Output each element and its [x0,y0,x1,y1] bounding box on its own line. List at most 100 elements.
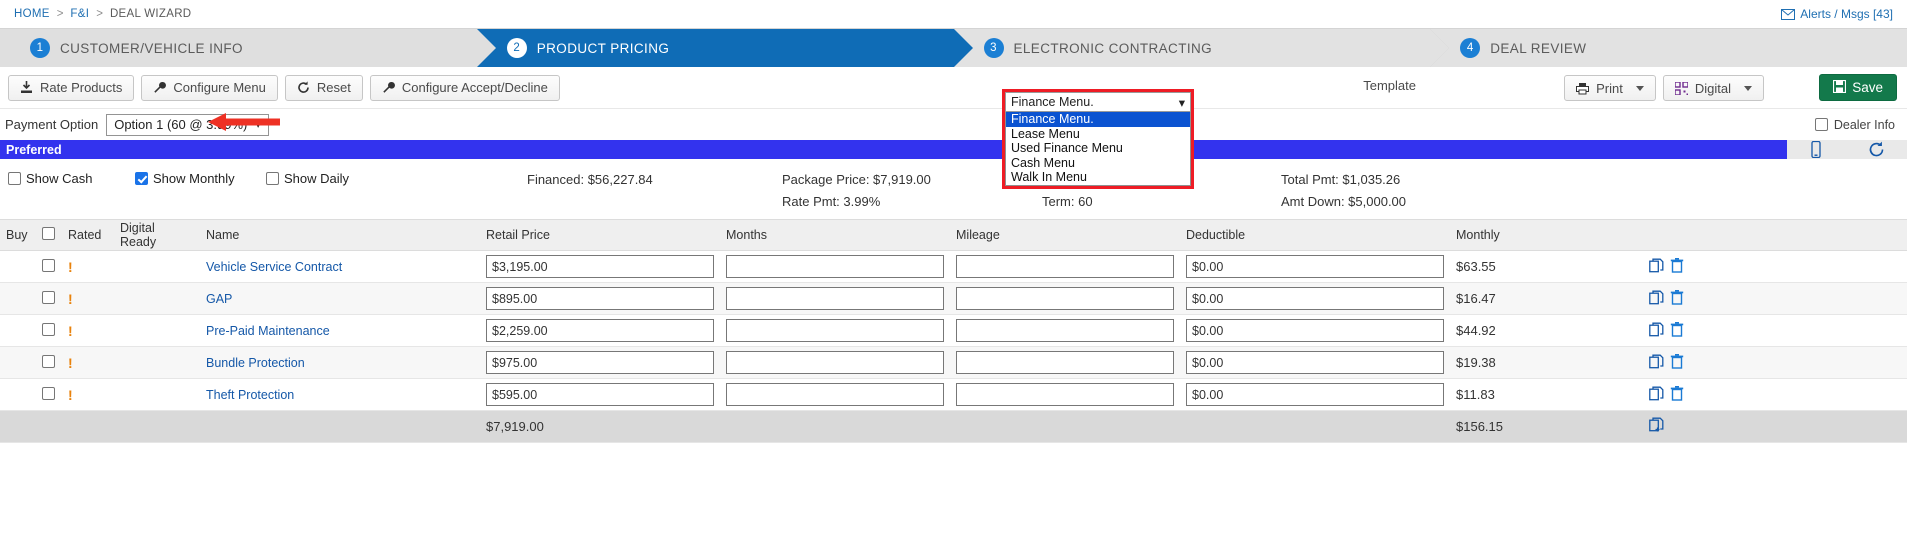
trash-icon[interactable] [1667,289,1687,305]
show-cash-toggle[interactable]: Show Cash [8,171,92,186]
refresh-icon [297,81,310,94]
wizard-step-customer-vehicle-info[interactable]: 1 CUSTOMER/VEHICLE INFO [0,29,496,67]
template-option-2[interactable]: Used Finance Menu [1006,141,1190,156]
retail-price-input[interactable] [486,287,714,310]
buy-checkbox[interactable] [42,290,55,304]
summary-term: Term: 60 [1042,194,1093,209]
buy-checkbox[interactable] [42,386,55,400]
action-toolbar: Rate Products Configure Menu Reset Confi… [0,67,1907,109]
deductible-input[interactable] [1186,351,1444,374]
refresh-icon[interactable] [1868,141,1885,158]
totals-row: $7,919.00 $156.15 [0,410,1907,443]
print-button[interactable]: Print [1564,75,1656,101]
add-copy-icon[interactable] [1646,417,1668,433]
row-buy-cell [0,378,36,411]
summary-total-pmt: Total Pmt: $1,035.26 [1281,172,1401,187]
row-actions-cell [1640,282,1907,315]
configure-menu-button[interactable]: Configure Menu [141,74,278,101]
show-monthly-checkbox[interactable] [135,172,148,185]
deductible-input[interactable] [1186,255,1444,278]
retail-price-input[interactable] [486,319,714,342]
product-name-link[interactable]: GAP [206,292,232,306]
buy-checkbox[interactable] [42,354,55,368]
row-digital-ready-cell [114,346,200,379]
alerts-msgs-link[interactable]: Alerts / Msgs [43] [1781,7,1893,21]
trash-icon[interactable] [1667,353,1687,369]
rated-warning-icon[interactable]: ! [68,355,73,371]
show-daily-toggle[interactable]: Show Daily [266,171,349,186]
totals-mileage [950,410,1180,443]
trash-icon[interactable] [1667,385,1687,401]
reset-button[interactable]: Reset [284,74,363,101]
trash-icon[interactable] [1667,321,1687,337]
copy-icon[interactable] [1646,290,1667,305]
mileage-input[interactable] [956,287,1174,310]
row-deductible-cell [1180,250,1450,283]
months-input[interactable] [726,255,944,278]
product-name-link[interactable]: Bundle Protection [206,356,305,370]
template-option-0[interactable]: Finance Menu. [1006,112,1190,127]
table-header-row: Buy Rated Digital Ready Name Retail Pric… [0,219,1907,251]
show-cash-checkbox[interactable] [8,172,21,185]
retail-price-input[interactable] [486,255,714,278]
show-monthly-label: Show Monthly [153,171,235,186]
deductible-input[interactable] [1186,319,1444,342]
breadcrumb-fi[interactable]: F&I [70,8,89,20]
row-retail-price-cell [480,250,720,283]
products-table: Buy Rated Digital Ready Name Retail Pric… [0,219,1907,443]
retail-price-input[interactable] [486,351,714,374]
template-dropdown[interactable]: Finance Menu. ▾ Finance Menu. Lease Menu U… [1002,89,1194,189]
row-rated-cell: ! [62,282,114,315]
wizard-step-deal-review[interactable]: 4 DEAL REVIEW [1430,29,1907,67]
copy-icon[interactable] [1646,258,1667,273]
deductible-input[interactable] [1186,383,1444,406]
copy-icon[interactable] [1646,386,1667,401]
row-deductible-cell [1180,314,1450,347]
product-name-link[interactable]: Theft Protection [206,388,294,402]
mileage-input[interactable] [956,319,1174,342]
template-option-3[interactable]: Cash Menu [1006,156,1190,171]
wrench-icon [153,81,167,94]
show-daily-label: Show Daily [284,171,350,186]
trash-icon[interactable] [1667,257,1687,273]
show-daily-checkbox[interactable] [266,172,279,185]
breadcrumb-home[interactable]: HOME [14,8,50,20]
mileage-input[interactable] [956,255,1174,278]
configure-accept-decline-button[interactable]: Configure Accept/Decline [369,74,560,101]
template-dropdown-list[interactable]: Finance Menu. Lease Menu Used Finance Menu… [1005,112,1191,186]
months-input[interactable] [726,319,944,342]
rated-warning-icon[interactable]: ! [68,259,73,275]
wizard-step-electronic-contracting[interactable]: 3 ELECTRONIC CONTRACTING [953,29,1450,67]
mobile-device-icon[interactable] [1809,141,1823,158]
breadcrumb-bar: HOME > F&I > DEAL WIZARD Alerts / Msgs [… [0,0,1907,29]
dealer-info-checkbox[interactable] [1814,118,1828,131]
buy-checkbox[interactable] [42,258,55,272]
rated-warning-icon[interactable]: ! [68,387,73,403]
months-input[interactable] [726,287,944,310]
copy-icon[interactable] [1646,322,1667,337]
mileage-input[interactable] [956,383,1174,406]
save-button[interactable]: Save [1819,74,1897,101]
deductible-input[interactable] [1186,287,1444,310]
template-option-1[interactable]: Lease Menu [1006,127,1190,142]
retail-price-input[interactable] [486,383,714,406]
show-monthly-toggle[interactable]: Show Monthly [135,171,235,186]
wizard-step-product-pricing[interactable]: 2 PRODUCT PRICING [476,29,973,67]
template-option-4[interactable]: Walk In Menu [1006,170,1190,185]
row-months-cell [720,378,950,411]
row-buy-cell [0,282,36,315]
product-name-link[interactable]: Pre-Paid Maintenance [206,324,330,338]
dealer-info-toggle[interactable]: Dealer Info [1814,118,1895,132]
copy-icon[interactable] [1646,354,1667,369]
months-input[interactable] [726,351,944,374]
template-dropdown-field[interactable]: Finance Menu. ▾ [1005,92,1191,112]
rated-warning-icon[interactable]: ! [68,291,73,307]
mileage-input[interactable] [956,351,1174,374]
months-input[interactable] [726,383,944,406]
rate-products-button[interactable]: Rate Products [8,74,135,101]
digital-button[interactable]: Digital [1662,75,1764,101]
select-all-checkbox[interactable] [42,227,55,240]
product-name-link[interactable]: Vehicle Service Contract [206,260,342,274]
rated-warning-icon[interactable]: ! [68,323,73,339]
buy-checkbox[interactable] [42,322,55,336]
